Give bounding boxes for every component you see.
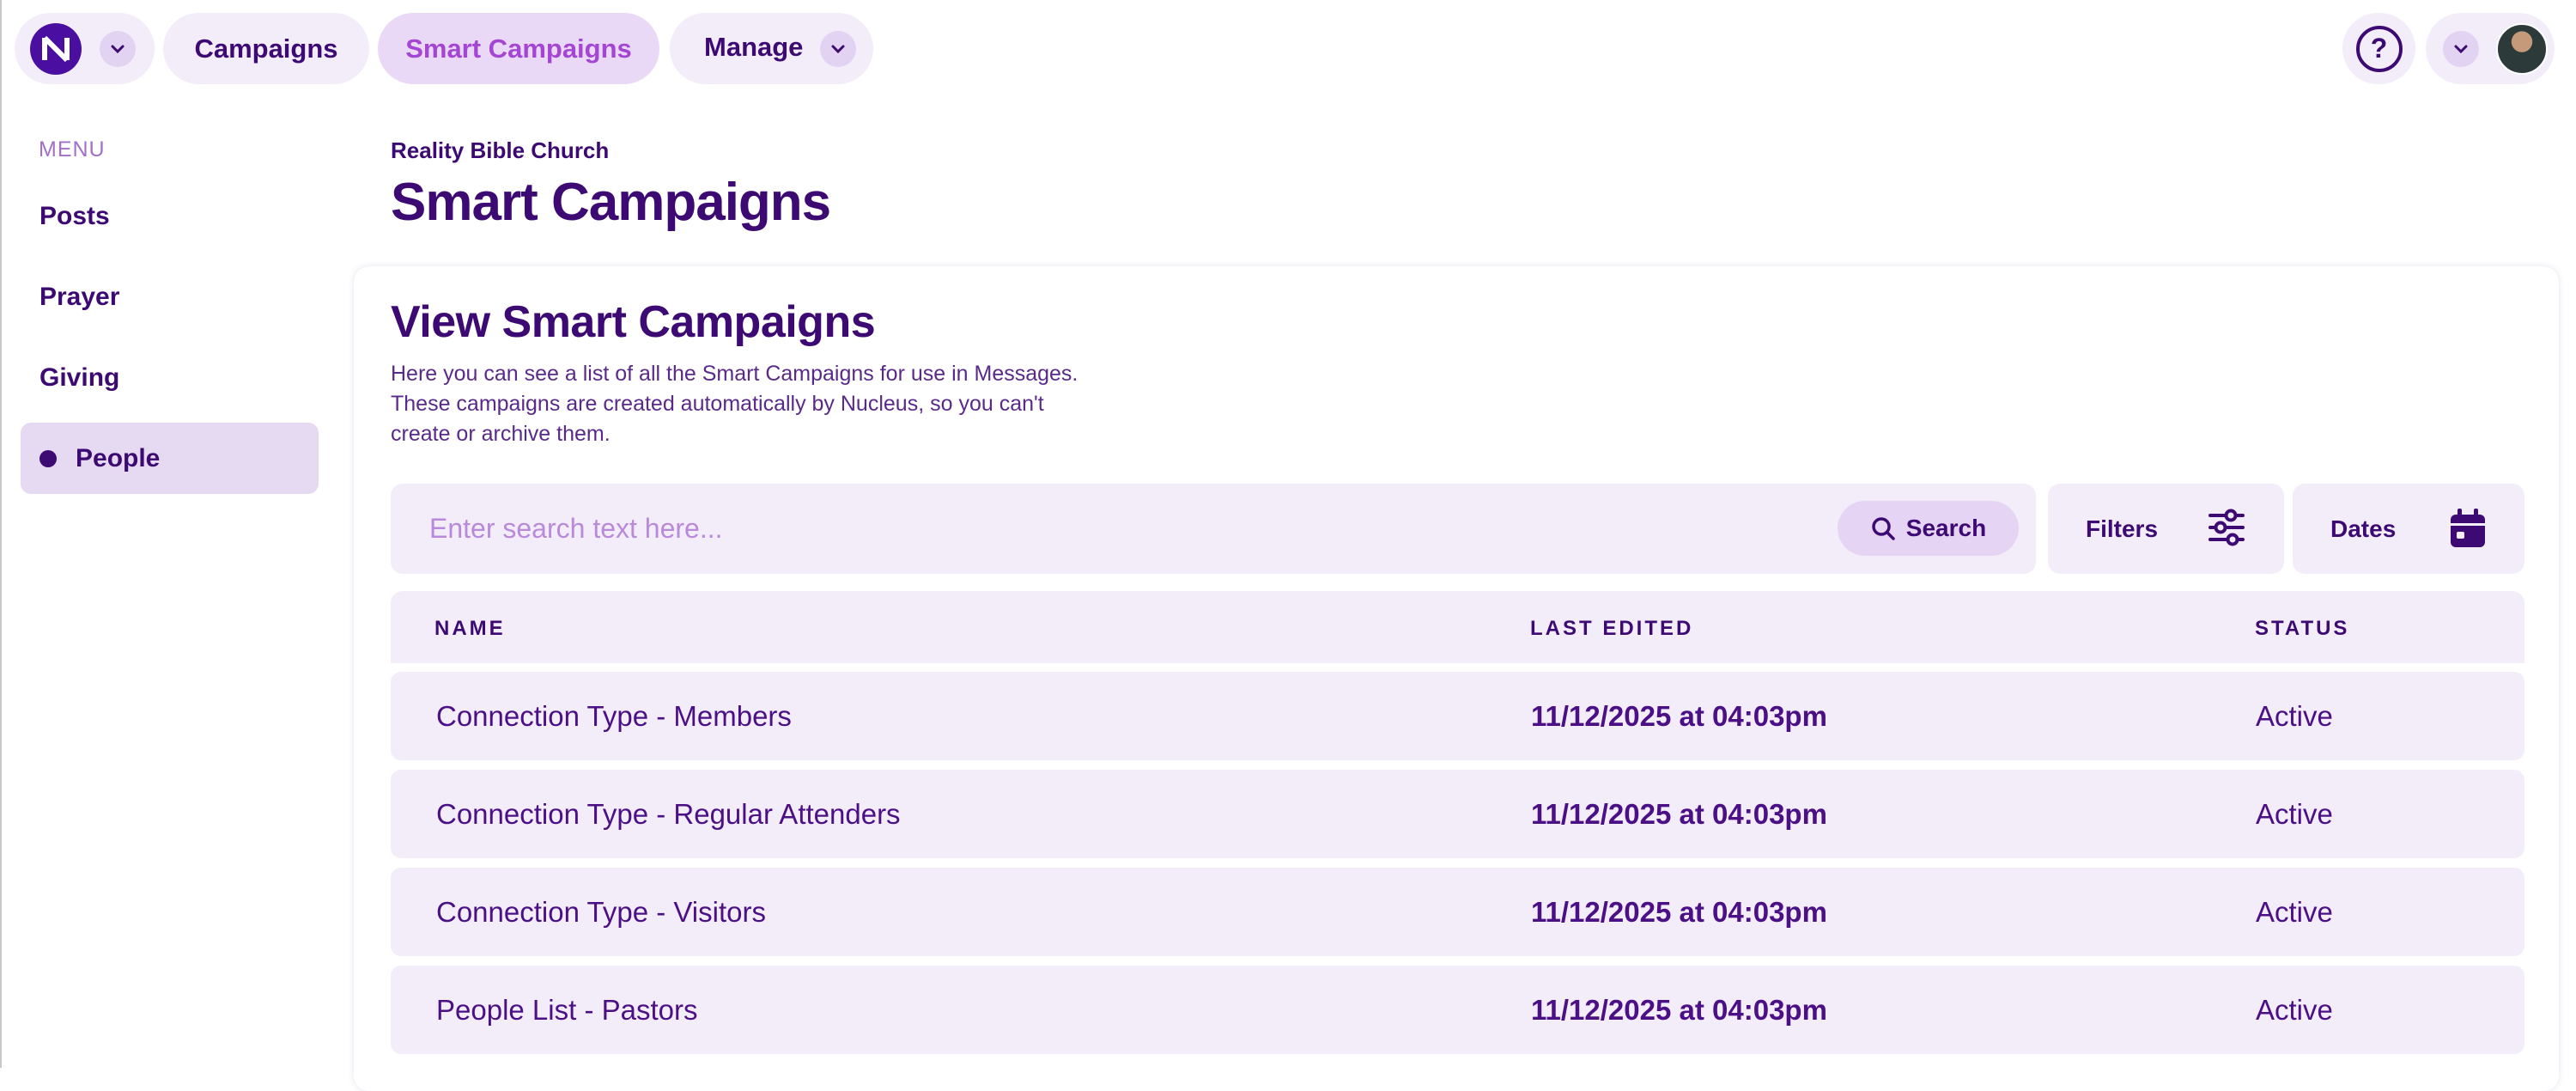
table-row[interactable]: Connection Type - Regular Attenders 11/1… [391, 770, 2524, 858]
table-row[interactable]: Connection Type - Visitors 11/12/2025 at… [391, 868, 2524, 956]
avatar[interactable] [2496, 23, 2548, 75]
filters-label: Filters [2086, 515, 2159, 542]
campaign-name[interactable]: Connection Type - Members [436, 700, 792, 733]
table-row[interactable]: Connection Type - Members 11/12/2025 at … [391, 672, 2524, 760]
search-input[interactable] [429, 501, 1760, 557]
sidebar-item-giving[interactable]: Giving [21, 342, 319, 413]
search-bar: Search [391, 484, 2036, 574]
description-line: These campaigns are created automaticall… [391, 392, 1044, 416]
help-icon: ? [2355, 25, 2403, 72]
workspace-switcher[interactable] [15, 13, 155, 84]
chevron-down-icon[interactable] [2443, 31, 2479, 67]
description-line: create or archive them. [391, 422, 611, 446]
status-badge: Active [2256, 700, 2333, 732]
sidebar-item-people[interactable]: People [21, 423, 319, 494]
nav-smart-campaigns-label: Smart Campaigns [405, 33, 632, 64]
user-menu[interactable] [2426, 13, 2555, 84]
table-row[interactable]: People List - Pastors 11/12/2025 at 04:0… [391, 966, 2524, 1054]
card-description: Here you can see a list of all the Smart… [391, 359, 1163, 449]
active-dot-icon [39, 449, 57, 467]
campaign-name[interactable]: People List - Pastors [436, 994, 697, 1027]
sidebar-menu-label: MENU [39, 137, 106, 162]
chevron-down-icon[interactable] [100, 31, 136, 67]
table-header: NAME LAST EDITED STATUS [391, 591, 2524, 663]
nav-manage[interactable]: Manage [670, 13, 873, 84]
last-edited: 11/12/2025 at 04:03pm [1531, 994, 1827, 1026]
sidebar-item-label: Prayer [39, 282, 120, 311]
calendar-icon [2451, 509, 2485, 547]
page-title: Smart Campaigns [391, 173, 831, 232]
campaign-name[interactable]: Connection Type - Regular Attenders [436, 798, 901, 831]
sidebar-item-prayer[interactable]: Prayer [21, 261, 319, 332]
help-button[interactable]: ? [2342, 13, 2415, 84]
description-line: Here you can see a list of all the Smart… [391, 362, 1078, 386]
column-header-last-edited[interactable]: LAST EDITED [1530, 617, 1693, 641]
search-icon [1872, 517, 1895, 540]
top-navigation: Campaigns Smart Campaigns Manage ? [0, 0, 2576, 99]
status-badge: Active [2256, 798, 2333, 830]
card-title: View Smart Campaigns [391, 297, 876, 347]
nav-smart-campaigns[interactable]: Smart Campaigns [378, 13, 659, 84]
search-button[interactable]: Search [1838, 501, 2019, 556]
sidebar-item-label: Giving [39, 363, 120, 392]
dates-label: Dates [2330, 515, 2397, 542]
sidebar-item-posts[interactable]: Posts [21, 180, 319, 252]
sidebar: MENU Posts Prayer Giving People [0, 99, 343, 1068]
nav-campaigns[interactable]: Campaigns [163, 13, 369, 84]
search-button-label: Search [1905, 515, 1987, 541]
nucleus-logo-icon [30, 23, 82, 75]
dates-button[interactable]: Dates [2293, 484, 2524, 574]
filters-button[interactable]: Filters [2048, 484, 2284, 574]
last-edited: 11/12/2025 at 04:03pm [1531, 700, 1827, 732]
sliders-icon [2208, 509, 2245, 546]
last-edited: 11/12/2025 at 04:03pm [1531, 896, 1827, 928]
sidebar-item-label: Posts [39, 201, 110, 230]
status-badge: Active [2256, 896, 2333, 928]
last-edited: 11/12/2025 at 04:03pm [1531, 798, 1827, 830]
column-header-name[interactable]: NAME [434, 617, 506, 641]
breadcrumb: Reality Bible Church [391, 137, 610, 163]
sidebar-item-label: People [76, 443, 161, 472]
campaign-name[interactable]: Connection Type - Visitors [436, 896, 766, 929]
chevron-down-icon[interactable] [820, 31, 856, 67]
nav-manage-label: Manage [704, 32, 804, 62]
column-header-status[interactable]: STATUS [2255, 617, 2349, 641]
help-symbol: ? [2370, 33, 2388, 64]
nav-campaigns-label: Campaigns [194, 33, 338, 64]
status-badge: Active [2256, 994, 2333, 1026]
